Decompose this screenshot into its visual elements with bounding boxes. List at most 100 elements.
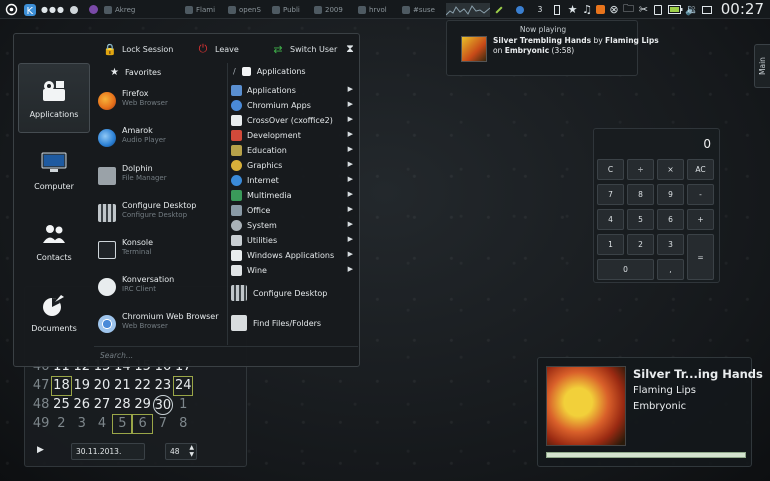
calc-key-all-clear[interactable]: AC [687, 159, 714, 180]
network-icon[interactable] [700, 2, 714, 17]
notification-count[interactable]: 3 [535, 2, 545, 17]
calc-key-multiply[interactable]: × [657, 159, 684, 180]
calc-key-9[interactable]: 9 [657, 184, 684, 205]
calc-key-2[interactable]: 2 [627, 234, 654, 255]
calendar-day[interactable]: 26 [72, 395, 92, 415]
calc-key-divide[interactable]: ÷ [627, 159, 654, 180]
calendar-day[interactable]: 21 [112, 376, 132, 396]
rss-icon[interactable] [594, 2, 606, 17]
category-multimedia[interactable]: Multimedia ▶ [231, 188, 355, 203]
kde-logo-icon[interactable]: K [22, 2, 38, 17]
week-spinbox[interactable]: 48 ▲ ▼ [165, 443, 197, 460]
lock-session-button[interactable]: 🔒 Lock Session [103, 42, 173, 56]
playback-progress-bar[interactable] [546, 452, 746, 458]
clock[interactable]: 00:27 [721, 0, 764, 19]
panel-side-tab[interactable]: Main [754, 44, 770, 88]
calendar-day[interactable]: 18 [51, 376, 72, 396]
category-education[interactable]: Education ▶ [231, 143, 355, 158]
category-internet[interactable]: Internet ▶ [231, 173, 355, 188]
tab-documents[interactable]: Documents [18, 277, 90, 347]
hourglass-icon[interactable]: ⧗ [344, 42, 356, 56]
category-graphics[interactable]: Graphics ▶ [231, 158, 355, 173]
task-item[interactable]: Akreg [104, 2, 144, 17]
calendar-day[interactable]: 7 [153, 414, 173, 434]
calendar-day[interactable]: 1 [173, 395, 193, 415]
favorite-firefox[interactable]: Firefox Web Browser [98, 86, 226, 116]
volume-icon[interactable]: 🔉 [685, 2, 699, 17]
pencil-icon[interactable] [493, 2, 505, 17]
favorite-chromium[interactable]: Chromium Web Browser Web Browser [98, 309, 226, 339]
tab-applications[interactable]: Applications [18, 63, 90, 133]
calc-key-minus[interactable]: - [687, 184, 714, 205]
battery-small-icon[interactable] [551, 2, 563, 17]
category-applications[interactable]: Applications ▶ [231, 83, 355, 98]
calc-key-8[interactable]: 8 [627, 184, 654, 205]
calendar-day[interactable]: 28 [112, 395, 132, 415]
task-item[interactable]: hrvol [358, 2, 398, 17]
calendar-day[interactable]: 25 [51, 395, 71, 415]
calc-key-3[interactable]: 3 [657, 234, 684, 255]
calendar-day[interactable]: 8 [173, 414, 193, 434]
calendar-day[interactable]: 19 [72, 376, 92, 396]
calc-key-1[interactable]: 1 [597, 234, 624, 255]
tab-contacts[interactable]: Contacts [18, 206, 90, 276]
calendar-day[interactable]: 2 [51, 414, 71, 434]
calendar-day[interactable]: 22 [132, 376, 152, 396]
calc-key-5[interactable]: 5 [627, 209, 654, 230]
pager-icon[interactable]: ●●● [41, 2, 64, 17]
calendar-day[interactable]: 20 [92, 376, 112, 396]
play-icon[interactable]: ▶ [37, 445, 44, 455]
favorites-header[interactable]: ★ Favorites [110, 67, 161, 78]
app-icon[interactable] [86, 2, 100, 17]
calc-key-4[interactable]: 4 [597, 209, 624, 230]
category-crossover[interactable]: CrossOver (cxoffice2) ▶ [231, 113, 355, 128]
music-note-icon[interactable]: ♫ [581, 2, 593, 17]
calc-key-6[interactable]: 6 [657, 209, 684, 230]
calc-key-comma[interactable]: , [657, 259, 684, 280]
folder-icon[interactable]: 🗀 [622, 2, 635, 17]
favorite-konsole[interactable]: Konsole Terminal [98, 235, 226, 265]
category-office[interactable]: Office ▶ [231, 203, 355, 218]
category-windows-applications[interactable]: Windows Applications ▶ [231, 248, 355, 263]
calendar-day[interactable]: 23 [153, 376, 173, 396]
task-item[interactable]: 2009 [314, 2, 354, 17]
task-item[interactable]: Publi [272, 2, 310, 17]
favorite-configure-desktop[interactable]: Configure Desktop Configure Desktop [98, 198, 226, 228]
calendar-day[interactable]: 5 [112, 414, 133, 434]
leave-button[interactable]: ⏻ Leave [197, 42, 239, 56]
calendar-day-today[interactable]: 30 [152, 395, 174, 415]
calc-key-plus[interactable]: + [687, 209, 714, 230]
calc-key-equals[interactable]: = [687, 234, 714, 280]
category-utilities[interactable]: Utilities ▶ [231, 233, 355, 248]
calendar-day[interactable]: 4 [92, 414, 112, 434]
calendar-day[interactable]: 24 [173, 376, 194, 396]
app-find-files[interactable]: Find Files/Folders [231, 312, 321, 334]
calendar-day[interactable]: 3 [72, 414, 92, 434]
system-monitor-icon[interactable] [446, 2, 490, 17]
close-circle-icon[interactable]: ⊗ [608, 2, 620, 17]
calendar-date-field[interactable]: 30.11.2013. [71, 443, 145, 460]
app-configure-desktop[interactable]: Configure Desktop [231, 282, 327, 304]
calc-key-0[interactable]: 0 [597, 259, 654, 280]
clipboard-icon[interactable] [652, 2, 664, 17]
application-launcher-icon[interactable] [3, 2, 19, 17]
tab-computer[interactable]: Computer [18, 135, 90, 205]
scissors-icon[interactable]: ✂ [637, 2, 650, 17]
calendar-day[interactable]: 6 [132, 414, 153, 434]
category-chromium-apps[interactable]: Chromium Apps ▶ [231, 98, 355, 113]
category-system[interactable]: System ▶ [231, 218, 355, 233]
task-item[interactable]: openS [228, 2, 268, 17]
battery-icon[interactable] [667, 2, 683, 17]
favorite-dolphin[interactable]: Dolphin File Manager [98, 161, 226, 191]
star-icon[interactable]: ★ [566, 2, 579, 17]
calc-key-clear[interactable]: C [597, 159, 624, 180]
calendar-day[interactable]: 29 [132, 395, 152, 415]
dots-icon[interactable] [67, 2, 81, 17]
category-development[interactable]: Development ▶ [231, 128, 355, 143]
favorite-amarok[interactable]: Amarok Audio Player [98, 123, 226, 153]
search-input[interactable]: Search... [94, 346, 358, 364]
spin-arrows-icon[interactable]: ▲ ▼ [189, 444, 194, 458]
task-item[interactable]: #suse [402, 2, 442, 17]
calc-key-7[interactable]: 7 [597, 184, 624, 205]
favorite-konversation[interactable]: Konversation IRC Client [98, 272, 226, 302]
